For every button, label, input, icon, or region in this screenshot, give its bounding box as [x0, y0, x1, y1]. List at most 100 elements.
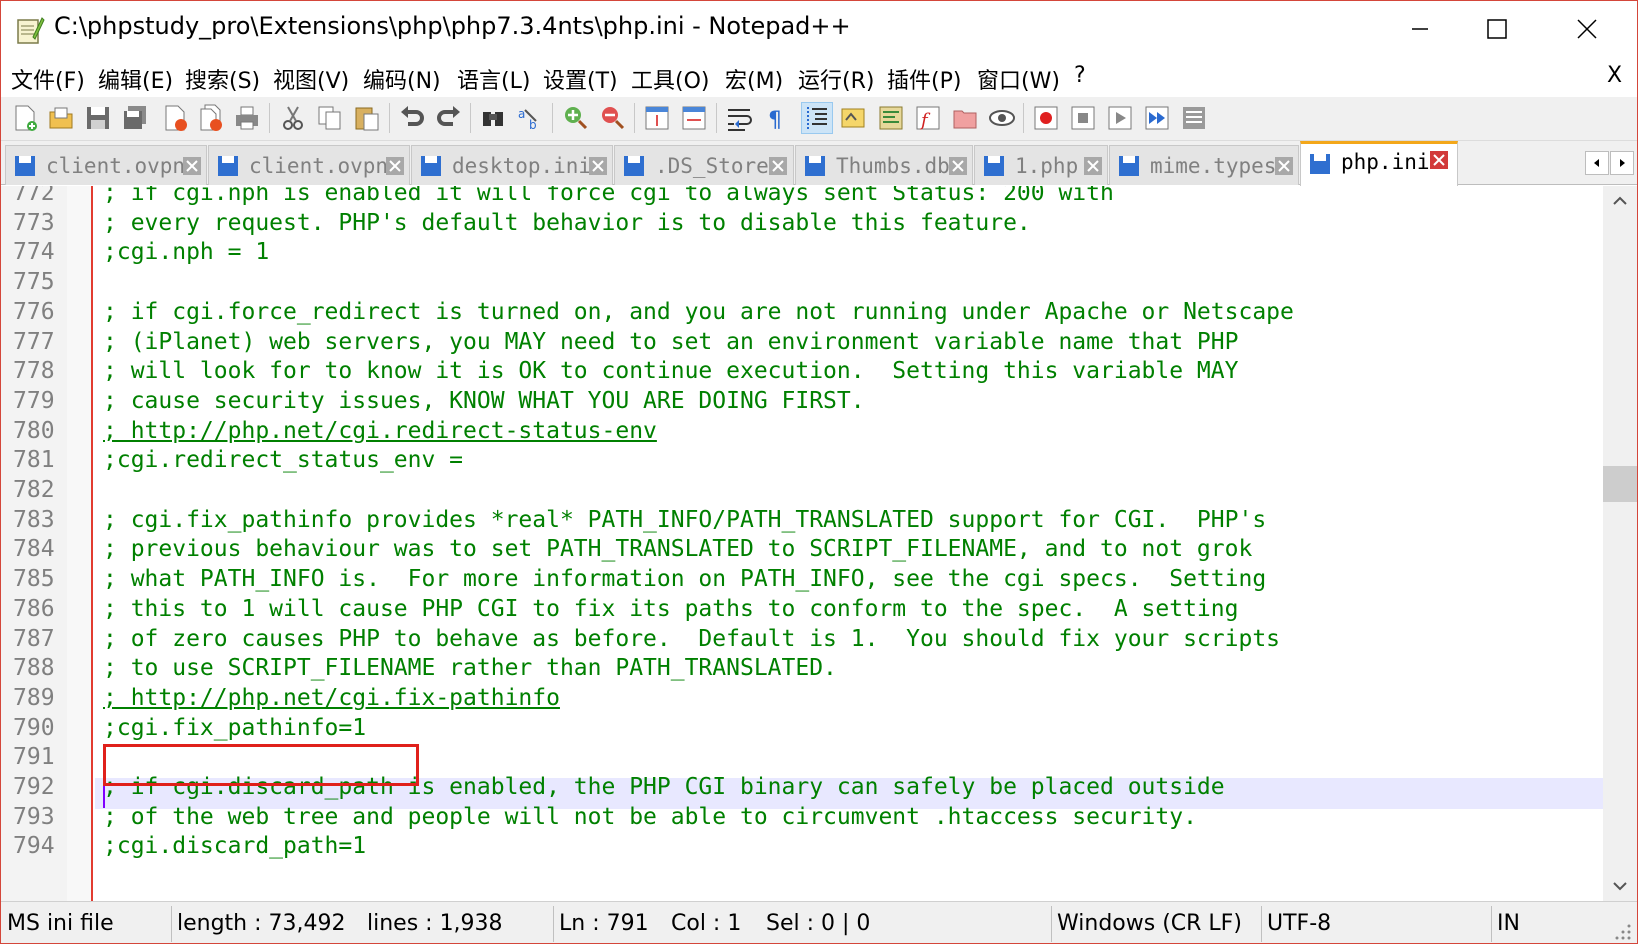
line-number[interactable]: 774	[13, 239, 55, 265]
title-bar[interactable]: C:\phpstudy_pro\Extensions\php\php7.3.4n…	[1, 1, 1637, 57]
zoom-out-button[interactable]	[596, 102, 628, 134]
menu-language[interactable]: 语言(L)	[457, 63, 530, 95]
line-number[interactable]: 783	[13, 507, 55, 533]
line-number[interactable]: 787	[13, 626, 55, 652]
line-number[interactable]: 778	[13, 358, 55, 384]
record-macro-button[interactable]	[1030, 102, 1062, 134]
close-tab-icon[interactable]	[1274, 156, 1294, 176]
maximize-button[interactable]	[1461, 1, 1533, 57]
line-number[interactable]: 789	[13, 685, 55, 711]
menu-help[interactable]: ?	[1074, 63, 1086, 88]
scrollbar-thumb[interactable]	[1603, 466, 1637, 502]
paste-button[interactable]	[351, 102, 383, 134]
menu-edit[interactable]: 编辑(E)	[98, 63, 173, 95]
tab-scroll-left-button[interactable]	[1585, 151, 1609, 175]
code-line-link[interactable]: ; http://php.net/cgi.fix-pathinfo	[103, 685, 560, 711]
undo-button[interactable]	[396, 102, 428, 134]
sync-horizontal-button[interactable]	[678, 102, 710, 134]
line-number[interactable]: 794	[13, 833, 55, 859]
line-number[interactable]: 782	[13, 477, 55, 503]
vertical-scrollbar[interactable]	[1603, 186, 1637, 901]
resize-grip-icon[interactable]	[1611, 920, 1633, 942]
find-button[interactable]	[477, 102, 509, 134]
sync-vertical-button[interactable]	[641, 102, 673, 134]
status-line-number[interactable]: Ln : 791	[559, 911, 649, 936]
line-number[interactable]: 786	[13, 596, 55, 622]
playback-macro-button[interactable]	[1104, 102, 1136, 134]
line-number[interactable]: 792	[13, 774, 55, 800]
redo-button[interactable]	[433, 102, 465, 134]
status-selection[interactable]: Sel : 0 | 0	[766, 911, 870, 936]
menu-settings[interactable]: 设置(T)	[543, 63, 618, 95]
function-list-button[interactable]: f	[912, 102, 944, 134]
open-file-button[interactable]	[45, 102, 77, 134]
scroll-up-button[interactable]	[1603, 186, 1637, 216]
menu-run[interactable]: 运行(R)	[798, 63, 874, 95]
fold-margin[interactable]	[67, 186, 93, 901]
tab-client-ovpn-2[interactable]: client.ovpn	[208, 145, 410, 185]
menu-plugins[interactable]: 插件(P)	[887, 63, 961, 95]
tab-client-ovpn[interactable]: client.ovpn	[5, 145, 207, 185]
word-wrap-button[interactable]	[723, 102, 755, 134]
scroll-down-button[interactable]	[1603, 871, 1637, 901]
status-column[interactable]: Col : 1	[671, 911, 741, 936]
line-number[interactable]: 775	[13, 269, 55, 295]
close-tab-icon[interactable]	[1083, 156, 1103, 176]
print-button[interactable]	[231, 102, 263, 134]
tab-thumbs-db[interactable]: Thumbs.db	[795, 145, 973, 185]
menu-tools[interactable]: 工具(O)	[631, 63, 709, 95]
close-tab-icon[interactable]	[182, 156, 202, 176]
run-macro-multiple-button[interactable]	[1141, 102, 1173, 134]
cut-button[interactable]	[277, 102, 309, 134]
menu-macro[interactable]: 宏(M)	[725, 63, 783, 95]
status-eol[interactable]: Windows (CR LF)	[1057, 911, 1242, 936]
menu-file[interactable]: 文件(F)	[11, 63, 85, 95]
close-tab-icon[interactable]	[588, 156, 608, 176]
line-number[interactable]: 776	[13, 299, 55, 325]
close-document-button[interactable]: X	[1607, 63, 1622, 88]
menu-window[interactable]: 窗口(W)	[977, 63, 1060, 95]
document-map-button[interactable]	[875, 102, 907, 134]
save-button[interactable]	[82, 102, 114, 134]
close-window-button[interactable]	[1551, 1, 1623, 57]
user-defined-language-button[interactable]	[837, 102, 869, 134]
zoom-in-button[interactable]	[559, 102, 591, 134]
tab-desktop-ini[interactable]: desktop.ini	[411, 145, 613, 185]
save-all-button[interactable]	[119, 102, 151, 134]
folder-as-workspace-button[interactable]	[949, 102, 981, 134]
tab-mime-types[interactable]: mime.types	[1109, 145, 1299, 185]
new-file-button[interactable]	[9, 102, 41, 134]
line-number[interactable]: 793	[13, 804, 55, 830]
editor-area[interactable]: 772 773 774 775 776 777 778 779 780 781 782 783 784 7…	[1, 186, 1637, 901]
tab-php-ini[interactable]: php.ini	[1300, 141, 1458, 186]
copy-button[interactable]	[314, 102, 346, 134]
stop-recording-button[interactable]	[1067, 102, 1099, 134]
close-all-button[interactable]	[195, 102, 227, 134]
menu-encoding[interactable]: 编码(N)	[363, 63, 441, 95]
minimize-button[interactable]	[1384, 1, 1456, 57]
line-number[interactable]: 790	[13, 715, 55, 741]
tab-1-php[interactable]: 1.php	[974, 145, 1108, 185]
monitoring-button[interactable]	[986, 102, 1018, 134]
code-line-link[interactable]: ; http://php.net/cgi.redirect-status-env	[103, 418, 657, 444]
close-tab-icon[interactable]	[385, 156, 405, 176]
tab-ds-store[interactable]: .DS_Store	[614, 145, 794, 185]
close-tab-icon[interactable]	[768, 156, 788, 176]
show-all-characters-button[interactable]: ¶	[760, 102, 792, 134]
line-number[interactable]: 773	[13, 210, 55, 236]
line-number[interactable]: 784	[13, 536, 55, 562]
close-button[interactable]	[159, 102, 191, 134]
line-number[interactable]: 777	[13, 329, 55, 355]
menu-search[interactable]: 搜索(S)	[185, 63, 260, 95]
line-number[interactable]: 781	[13, 447, 55, 473]
line-number[interactable]: 780	[13, 418, 55, 444]
line-number[interactable]: 779	[13, 388, 55, 414]
line-number[interactable]: 772	[13, 186, 55, 206]
status-insert-mode[interactable]: IN	[1497, 911, 1520, 936]
line-number[interactable]: 788	[13, 655, 55, 681]
status-encoding[interactable]: UTF-8	[1267, 911, 1331, 936]
replace-button[interactable]: ab	[514, 102, 546, 134]
indent-guide-button[interactable]	[801, 102, 833, 134]
tab-scroll-right-button[interactable]	[1610, 151, 1634, 175]
close-tab-icon[interactable]	[1429, 150, 1449, 170]
